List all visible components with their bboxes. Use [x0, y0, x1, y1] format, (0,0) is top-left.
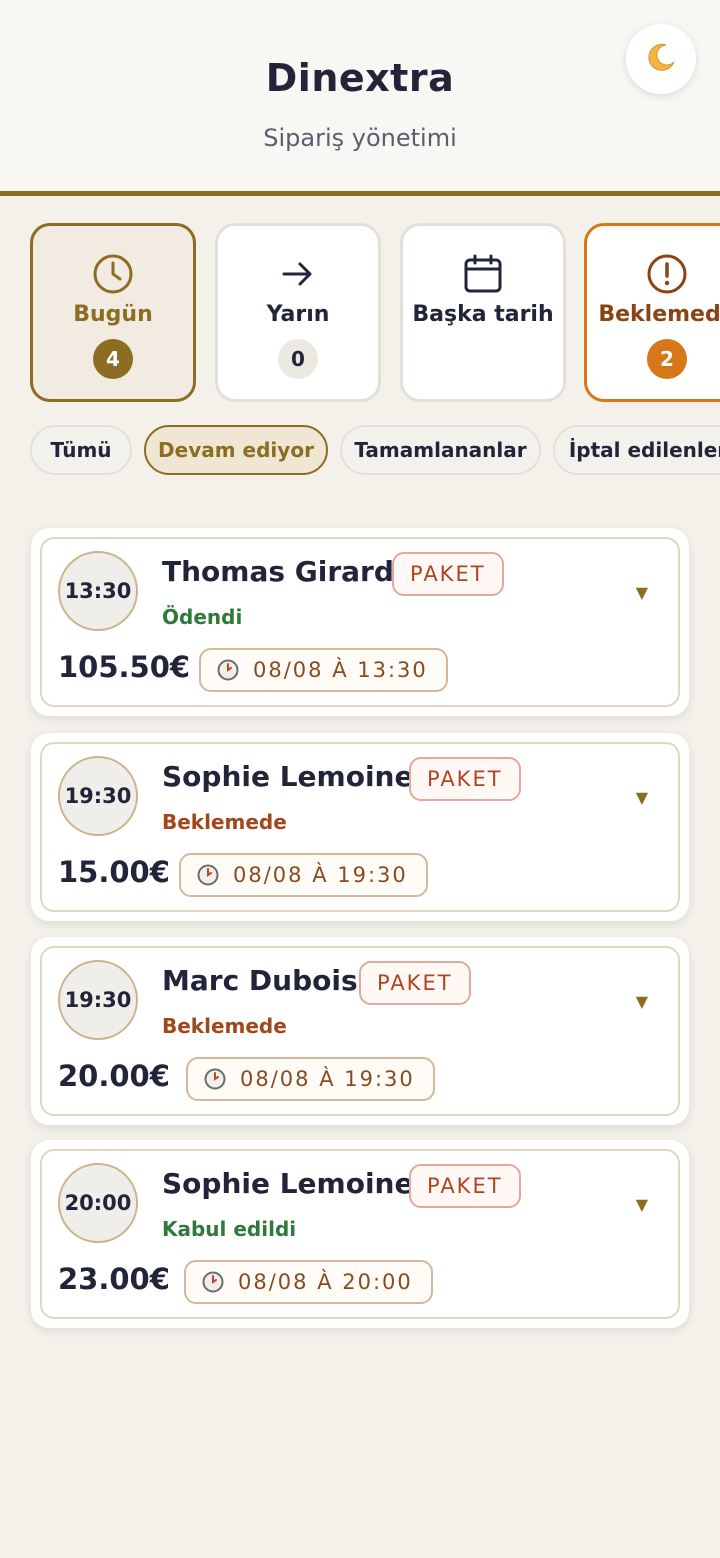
- order-type-badge: PAKET: [392, 552, 504, 596]
- status-filters: Tümü Devam ediyor Tamamlananlar İptal ed…: [0, 425, 720, 475]
- tab-other-date-label: Başka tarih: [412, 302, 554, 327]
- order-price: 23.00€: [58, 1262, 170, 1296]
- tab-pending-count: 2: [647, 339, 687, 379]
- filter-completed[interactable]: Tamamlananlar: [340, 425, 541, 475]
- order-datetime: 08/08 À 19:30: [179, 853, 428, 897]
- app-header: Dinextra Sipariş yönetimi: [0, 0, 720, 196]
- order-price: 20.00€: [58, 1059, 170, 1093]
- order-datetime-text: 08/08 À 19:30: [240, 1067, 415, 1091]
- moon-icon: [644, 40, 678, 78]
- app-subtitle: Sipariş yönetimi: [263, 124, 457, 152]
- order-datetime: 08/08 À 13:30: [199, 648, 448, 692]
- order-time: 19:30: [58, 756, 138, 836]
- app-title: Dinextra: [265, 56, 455, 100]
- order-card[interactable]: 13:30 Thomas Girard PAKET Ödendi ▼ 105.5…: [31, 528, 689, 716]
- filter-cancelled[interactable]: İptal edilenler: [553, 425, 720, 475]
- order-type-badge: PAKET: [409, 1164, 521, 1208]
- clock-icon: [33, 252, 193, 296]
- customer-name: Sophie Lemoine: [162, 760, 414, 793]
- clock-icon: [197, 864, 219, 886]
- filter-in-progress[interactable]: Devam ediyor: [144, 425, 328, 475]
- expand-chevron-icon[interactable]: ▼: [636, 992, 648, 1011]
- order-time: 20:00: [58, 1163, 138, 1243]
- expand-chevron-icon[interactable]: ▼: [636, 1195, 648, 1214]
- customer-name: Sophie Lemoine: [162, 1167, 414, 1200]
- order-type-badge: PAKET: [359, 961, 471, 1005]
- customer-name: Thomas Girard: [162, 555, 394, 588]
- clock-icon: [217, 659, 239, 681]
- tab-tomorrow[interactable]: Yarın 0: [215, 223, 381, 402]
- tab-pending[interactable]: Beklemede 2: [584, 223, 720, 402]
- filter-all[interactable]: Tümü: [30, 425, 132, 475]
- arrow-right-icon: [218, 252, 378, 296]
- theme-toggle-button[interactable]: [626, 24, 696, 94]
- order-datetime-text: 08/08 À 19:30: [233, 863, 408, 887]
- order-time: 19:30: [58, 960, 138, 1040]
- payment-status: Beklemede: [162, 810, 287, 834]
- tab-pending-label: Beklemede: [598, 302, 720, 327]
- clock-icon: [204, 1068, 226, 1090]
- expand-chevron-icon[interactable]: ▼: [636, 583, 648, 602]
- order-price: 15.00€: [58, 855, 170, 889]
- order-datetime: 08/08 À 19:30: [186, 1057, 435, 1101]
- tab-today-count: 4: [93, 339, 133, 379]
- expand-chevron-icon[interactable]: ▼: [636, 788, 648, 807]
- payment-status: Kabul edildi: [162, 1217, 297, 1241]
- tab-today-label: Bugün: [73, 302, 153, 327]
- tab-tomorrow-count: 0: [278, 339, 318, 379]
- order-card[interactable]: 19:30 Marc Dubois PAKET Beklemede ▼ 20.0…: [31, 937, 689, 1125]
- order-datetime-text: 08/08 À 20:00: [238, 1270, 413, 1294]
- tab-today[interactable]: Bugün 4: [30, 223, 196, 402]
- tab-tomorrow-label: Yarın: [266, 302, 330, 327]
- order-datetime-text: 08/08 À 13:30: [253, 658, 428, 682]
- order-datetime: 08/08 À 20:00: [184, 1260, 433, 1304]
- order-time: 13:30: [58, 551, 138, 631]
- order-card[interactable]: 19:30 Sophie Lemoine PAKET Beklemede ▼ 1…: [31, 733, 689, 921]
- order-price: 105.50€: [58, 650, 191, 684]
- tab-other-date[interactable]: Başka tarih: [400, 223, 566, 402]
- date-tabs: Bugün 4 Yarın 0 Başka tarih Beklemed 2: [0, 223, 720, 403]
- order-type-badge: PAKET: [409, 757, 521, 801]
- customer-name: Marc Dubois: [162, 964, 358, 997]
- calendar-icon: [403, 252, 563, 296]
- payment-status: Beklemede: [162, 1014, 287, 1038]
- clock-icon: [202, 1271, 224, 1293]
- order-card[interactable]: 20:00 Sophie Lemoine PAKET Kabul edildi …: [31, 1140, 689, 1328]
- alert-circle-icon: [587, 252, 720, 296]
- payment-status: Ödendi: [162, 605, 243, 629]
